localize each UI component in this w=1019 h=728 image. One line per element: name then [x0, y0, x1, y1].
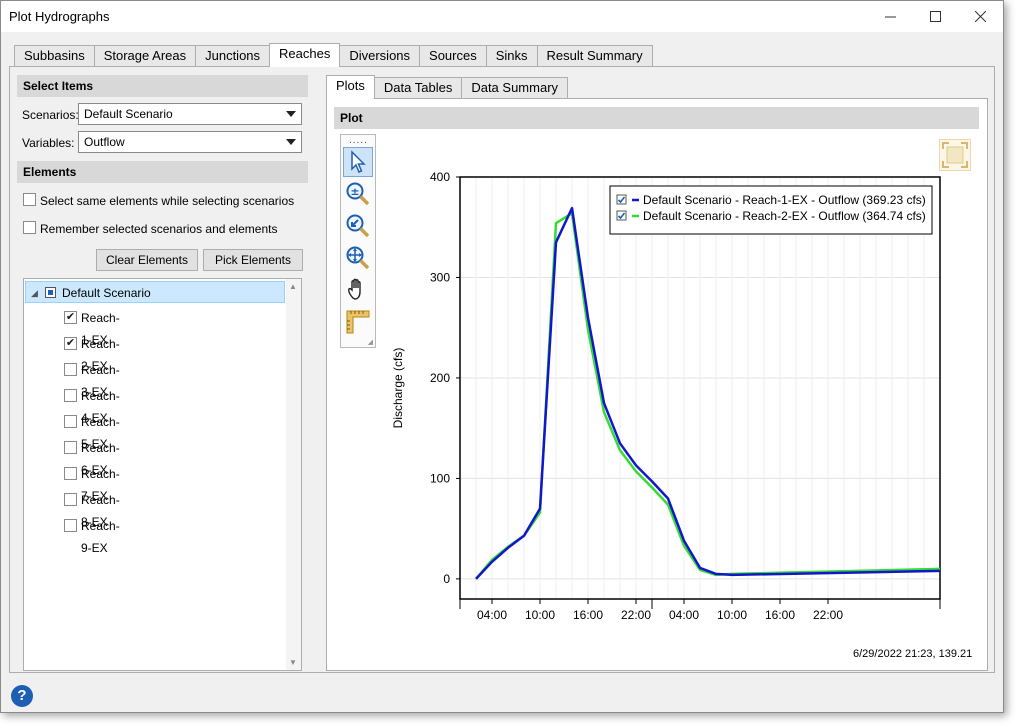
- tree-item-checkbox[interactable]: [64, 415, 77, 428]
- x-tick-label: 04:00: [477, 608, 507, 619]
- chevron-down-icon: [286, 111, 296, 117]
- chevron-down-icon: [286, 139, 296, 145]
- tree-item-checkbox[interactable]: [64, 493, 77, 506]
- x-tick-label: 16:00: [573, 608, 603, 619]
- tab-sinks[interactable]: Sinks: [485, 45, 538, 67]
- x-tick-label: 04:00: [669, 608, 699, 619]
- legend-entry: Default Scenario - Reach-2-EX - Outflow …: [643, 209, 926, 223]
- x-tick-label: 22:00: [621, 608, 651, 619]
- reaches-tab-panel: Select Items Scenarios: Default Scenario…: [9, 66, 995, 673]
- tab-sources[interactable]: Sources: [419, 45, 487, 67]
- pick-elements-button[interactable]: Pick Elements: [203, 249, 303, 271]
- tree-item-checkbox[interactable]: ✔: [64, 337, 77, 350]
- tab-plots[interactable]: Plots: [326, 75, 375, 99]
- tree-root-label: Default Scenario: [62, 286, 151, 300]
- elements-tree: ◢ Default Scenario ✔ Reach-1-EX ✔ Reach-2-E…: [23, 278, 302, 671]
- tab-subbasins[interactable]: Subbasins: [14, 45, 95, 67]
- tree-scrollbar[interactable]: ▲ ▼: [286, 279, 301, 670]
- select-items-header: Select Items: [17, 75, 308, 97]
- tree-root-checkbox[interactable]: [45, 287, 56, 298]
- plots-tab-panel: Plot ..... ± ◢ 0 100 200 300 400 04:00 1…: [326, 98, 988, 671]
- scenarios-label: Scenarios:: [22, 108, 79, 122]
- tree-item-checkbox[interactable]: [64, 363, 77, 376]
- partial-check-icon: [48, 290, 53, 295]
- tab-diversions[interactable]: Diversions: [339, 45, 421, 67]
- remember-selection-label: Remember selected scenarios and elements: [40, 222, 278, 236]
- tree-root-default-scenario[interactable]: ◢ Default Scenario: [25, 281, 285, 303]
- x-tick-label: 10:00: [717, 608, 747, 619]
- elements-header: Elements: [17, 161, 308, 183]
- clear-elements-button[interactable]: Clear Elements: [96, 249, 198, 271]
- hydrograph-chart[interactable]: 0 100 200 300 400 04:00 10:00 16:00 22:00 04:00 10…: [327, 99, 967, 619]
- remember-selection-checkbox[interactable]: [23, 221, 36, 234]
- close-icon[interactable]: [957, 1, 1003, 32]
- scenarios-value: Default Scenario: [84, 107, 173, 121]
- x-tick-label: 16:00: [765, 608, 795, 619]
- y-tick-label: 100: [430, 471, 450, 485]
- tab-reaches[interactable]: Reaches: [269, 43, 341, 67]
- main-tab-strip: Subbasins Storage Areas Junctions Reaches Di…: [14, 43, 653, 67]
- tree-item-checkbox[interactable]: [64, 467, 77, 480]
- variables-value: Outflow: [84, 135, 125, 149]
- plot-tab-strip: Plots Data Tables Data Summary: [326, 75, 569, 99]
- y-tick-label: 300: [430, 270, 450, 284]
- scroll-up-icon[interactable]: ▲: [289, 282, 297, 291]
- legend-entry: Default Scenario - Reach-1-EX - Outflow …: [643, 193, 926, 207]
- window-title: Plot Hydrographs: [9, 9, 110, 24]
- y-tick-label: 200: [430, 371, 450, 385]
- variables-label: Variables:: [22, 136, 75, 150]
- tree-item-checkbox[interactable]: [64, 519, 77, 532]
- minimize-icon[interactable]: [867, 1, 913, 32]
- tree-item-checkbox[interactable]: ✔: [64, 311, 77, 324]
- x-tick-label: 10:00: [525, 608, 555, 619]
- y-tick-label: 400: [430, 170, 450, 184]
- same-elements-checkbox[interactable]: [23, 193, 36, 206]
- tab-result-summary[interactable]: Result Summary: [536, 45, 653, 67]
- help-icon[interactable]: ?: [11, 685, 33, 707]
- title-bar: Plot Hydrographs: [1, 1, 1003, 32]
- tree-item-checkbox[interactable]: [64, 389, 77, 402]
- plot-hydrographs-window: Plot Hydrographs Subbasins Storage Areas J…: [0, 0, 1004, 713]
- expand-triangle-icon[interactable]: ◢: [31, 282, 38, 304]
- tab-data-tables[interactable]: Data Tables: [373, 77, 463, 99]
- cursor-readout: 6/29/2022 21:23, 139.21: [853, 648, 973, 660]
- variables-dropdown[interactable]: Outflow: [78, 131, 302, 153]
- tree-item-label: Reach-9-EX: [81, 519, 120, 555]
- x-tick-label: 22:00: [813, 608, 843, 619]
- y-axis-title: Discharge (cfs): [391, 348, 405, 429]
- scenarios-dropdown[interactable]: Default Scenario: [78, 103, 302, 125]
- tab-data-summary[interactable]: Data Summary: [461, 77, 569, 99]
- tab-junctions[interactable]: Junctions: [195, 45, 271, 67]
- same-elements-label: Select same elements while selecting sce…: [40, 194, 295, 208]
- maximize-icon[interactable]: [912, 1, 958, 32]
- y-tick-label: 0: [443, 572, 450, 586]
- tree-item-checkbox[interactable]: [64, 441, 77, 454]
- tab-storage-areas[interactable]: Storage Areas: [93, 45, 197, 67]
- scroll-down-icon[interactable]: ▼: [289, 658, 297, 667]
